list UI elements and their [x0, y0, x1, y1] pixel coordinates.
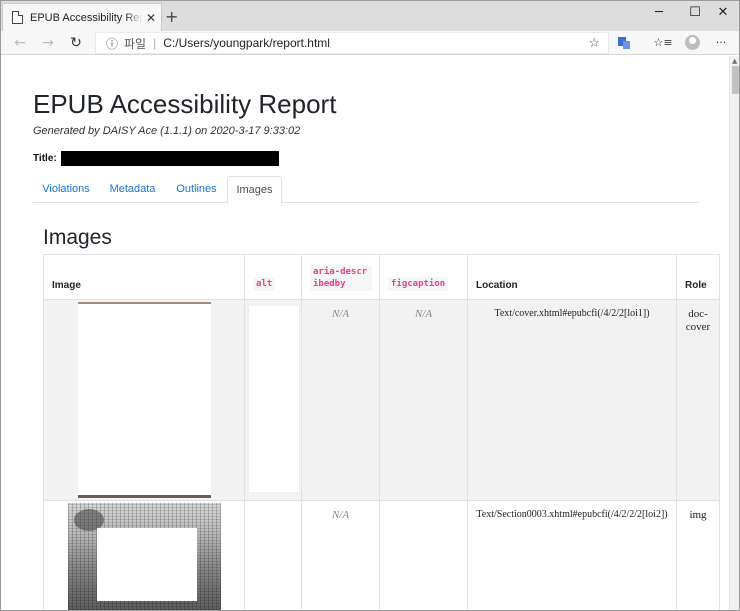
- header-figcaption: figcaption: [388, 277, 449, 291]
- title-label: Title:: [33, 153, 57, 164]
- location-cell: Text/cover.xhtml#epubcfi(/4/2/2[loi1]): [467, 299, 677, 501]
- aria-describedby-cell: N/A: [301, 299, 380, 501]
- table-header-row: Image alt aria-describedby figcaption Lo…: [43, 254, 720, 300]
- header-role: Role: [676, 254, 720, 300]
- header-location: Location: [467, 254, 677, 300]
- section-title: Images: [43, 226, 112, 249]
- page-icon: [12, 11, 23, 24]
- table-row: N/A Text/Section0003.xhtml#epubcfi(/4/2/…: [43, 500, 720, 610]
- section-image-thumbnail: [68, 503, 221, 610]
- header-alt-cell: alt: [244, 254, 302, 300]
- alt-cell: [244, 500, 302, 610]
- image-cell: [43, 299, 245, 501]
- role-cell: img: [676, 500, 720, 610]
- favorites-icon[interactable]: ☆≡: [652, 32, 674, 54]
- alt-value: [249, 306, 299, 492]
- more-menu-icon[interactable]: ···: [710, 32, 732, 54]
- new-tab-button[interactable]: +: [165, 7, 178, 26]
- alt-cell: [244, 299, 302, 501]
- minimize-button[interactable]: ─: [639, 3, 679, 23]
- profile-avatar[interactable]: [685, 35, 700, 50]
- figcaption-cell: [379, 500, 468, 610]
- tab-outlines[interactable]: Outlines: [166, 176, 227, 203]
- tab-violations[interactable]: Violations: [33, 176, 99, 203]
- tab-strip: EPUB Accessibility Report by DAISY Ace ✕…: [1, 1, 739, 31]
- close-window-button[interactable]: ✕: [703, 3, 739, 23]
- report-title: EPUB Accessibility Report: [33, 89, 337, 119]
- header-alt: alt: [253, 277, 276, 291]
- scroll-thumb[interactable]: [732, 66, 739, 94]
- figcaption-cell: N/A: [379, 299, 468, 501]
- translate-extension-icon[interactable]: [618, 37, 630, 49]
- location-cell: Text/Section0003.xhtml#epubcfi(/4/2/2/2[…: [467, 500, 677, 610]
- back-button[interactable]: ←: [9, 32, 31, 54]
- info-icon[interactable]: ⓘ: [106, 35, 118, 52]
- address-url[interactable]: C:/Users/youngpark/report.html: [163, 36, 330, 50]
- report-tabs: Violations Metadata Outlines Images: [33, 176, 699, 204]
- forward-button[interactable]: →: [37, 32, 59, 54]
- book-title-line: Title:: [33, 151, 279, 166]
- tab-close-icon[interactable]: ✕: [146, 11, 156, 25]
- header-aria-cell: aria-describedby: [301, 254, 380, 300]
- tab-title: EPUB Accessibility Report by DAISY Ace: [30, 11, 142, 24]
- vertical-scrollbar[interactable]: ▲: [729, 56, 739, 610]
- images-table: Image alt aria-describedby figcaption Lo…: [43, 254, 720, 610]
- header-aria-describedby: aria-describedby: [310, 265, 372, 291]
- table-row: N/A N/A Text/cover.xhtml#epubcfi(/4/2/2[…: [43, 299, 720, 501]
- generated-info: Generated by DAISY Ace (1.1.1) on 2020-3…: [33, 125, 301, 137]
- role-cell: doc-cover: [676, 299, 720, 501]
- address-separator: |: [153, 36, 157, 50]
- aria-describedby-cell: N/A: [301, 500, 380, 610]
- header-figcaption-cell: figcaption: [379, 254, 468, 300]
- favorite-star-icon[interactable]: ☆: [588, 35, 600, 51]
- tab-metadata[interactable]: Metadata: [99, 176, 166, 203]
- image-blank-region: [97, 528, 197, 601]
- browser-window: EPUB Accessibility Report by DAISY Ace ✕…: [0, 0, 740, 611]
- navigation-bar: ← → ↻ ⓘ 파일 | C:/Users/youngpark/report.h…: [1, 31, 739, 55]
- scroll-up-arrow-icon[interactable]: ▲: [732, 57, 737, 65]
- image-cell: [43, 500, 245, 610]
- cover-image-thumbnail: [78, 302, 211, 498]
- browser-tab[interactable]: EPUB Accessibility Report by DAISY Ace ✕: [2, 3, 162, 31]
- redacted-title: [60, 151, 279, 166]
- address-bar[interactable]: ⓘ 파일 | C:/Users/youngpark/report.html ☆: [95, 32, 609, 54]
- page-viewport: EPUB Accessibility Report Generated by D…: [1, 56, 729, 610]
- protocol-label: 파일: [124, 36, 147, 51]
- header-image: Image: [43, 254, 245, 300]
- reload-button[interactable]: ↻: [65, 32, 87, 54]
- tab-images[interactable]: Images: [227, 176, 282, 204]
